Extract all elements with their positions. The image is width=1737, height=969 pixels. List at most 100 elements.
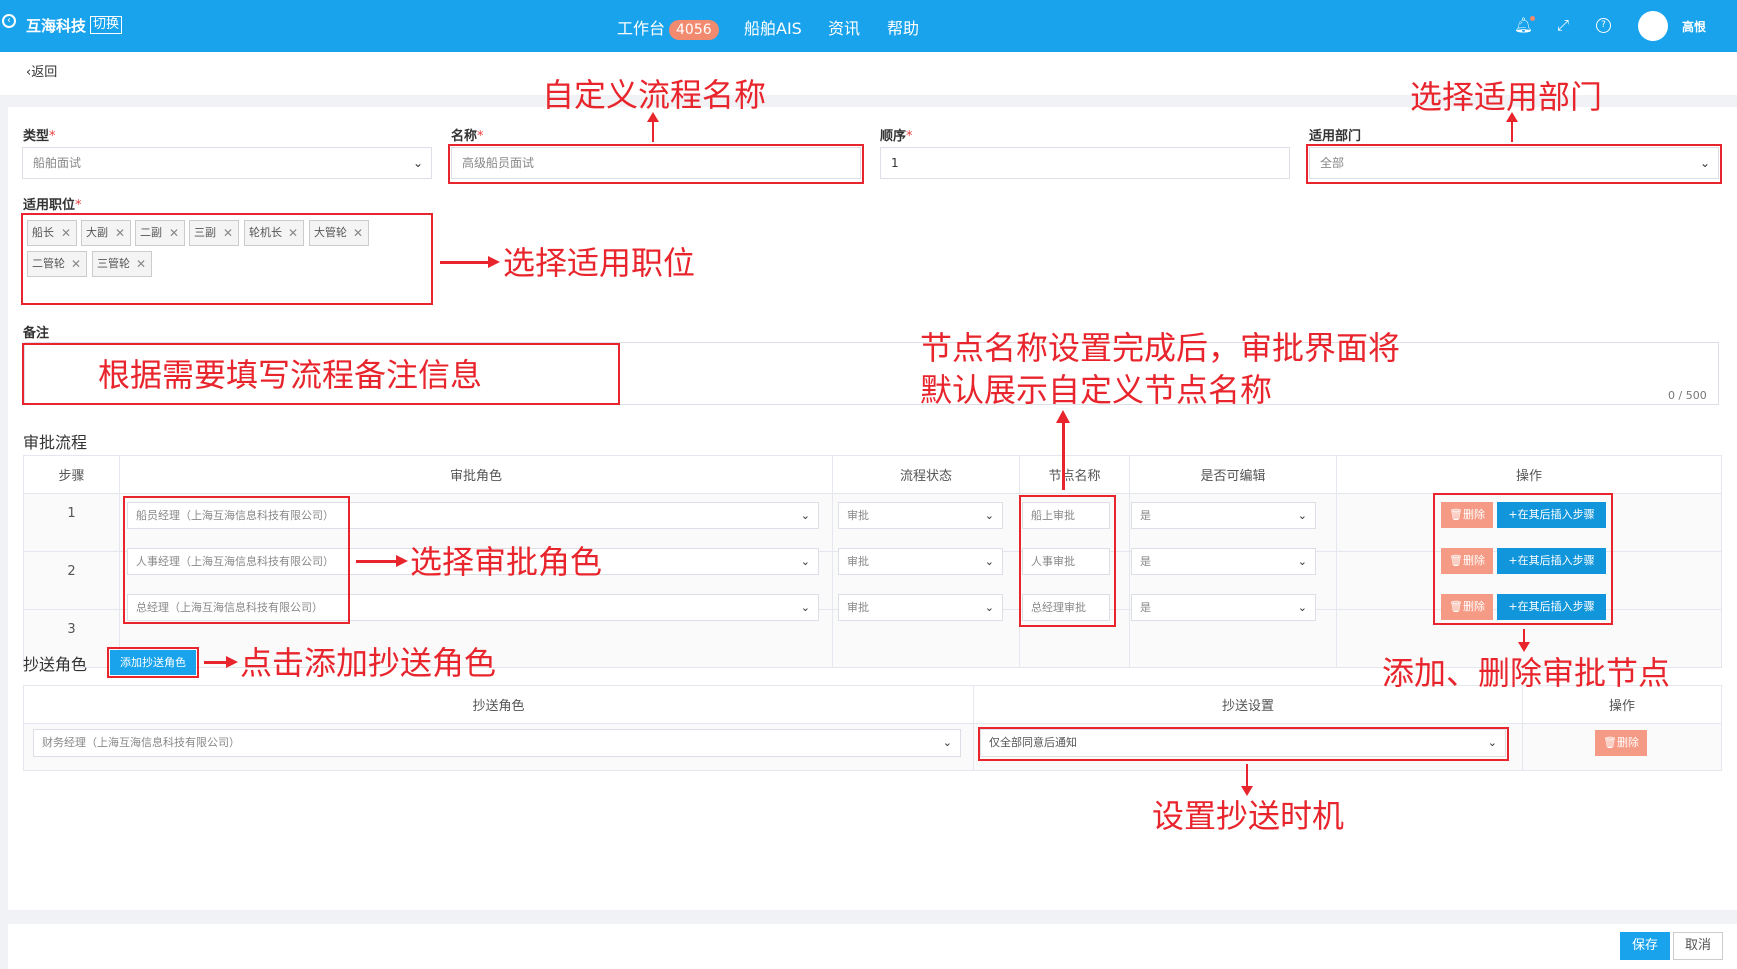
nav-workbench-label: 工作台: [617, 19, 666, 38]
chevron-down-icon: ⌄: [800, 555, 810, 568]
arrow-line: [356, 560, 398, 563]
left-gutter: [0, 95, 8, 969]
nav-news[interactable]: 资讯: [828, 15, 860, 39]
annotation-cc-timing: 设置抄送时机: [1152, 797, 1345, 835]
cancel-button[interactable]: 取消: [1673, 932, 1723, 960]
required-mark: *: [49, 129, 56, 144]
annotation-node-line2: 默认展示自定义节点名称: [920, 371, 1273, 409]
dept-label: 适用部门: [1309, 129, 1362, 144]
step-cell: 2: [23, 551, 120, 610]
dept-highlight-box: [1306, 144, 1722, 184]
name-highlight-box: [448, 144, 864, 184]
order-input[interactable]: 1: [880, 147, 1290, 179]
remark-counter: 0 / 500: [1668, 389, 1707, 402]
type-select[interactable]: 船舶面试 ⌄: [22, 147, 432, 179]
arrow-head-down: [1518, 642, 1530, 652]
cc-section-title: 抄送角色: [23, 655, 88, 674]
editable-value: 是: [1140, 601, 1151, 614]
back-circle-icon[interactable]: ‹: [2, 14, 16, 28]
actions-highlight-box: [1433, 493, 1613, 625]
annotation-role: 选择审批角色: [410, 543, 603, 581]
username[interactable]: 高恨: [1682, 18, 1706, 35]
add-cc-highlight-box: [107, 647, 199, 678]
status-select[interactable]: 审批 ⌄: [838, 548, 1003, 575]
arrow-head-up: [1056, 410, 1070, 423]
editable-value: 是: [1140, 509, 1151, 522]
arrow-line: [204, 661, 228, 664]
positions-highlight-box: [21, 213, 433, 305]
order-value: 1: [891, 156, 899, 170]
chevron-down-icon: ⌄: [984, 555, 994, 568]
order-label: 顺序*: [880, 125, 913, 144]
node-highlight-box: [1019, 495, 1116, 627]
logo-text: 互海科技: [26, 17, 87, 35]
col-cc-role: 抄送角色: [23, 685, 974, 724]
annotation-position: 选择适用职位: [503, 244, 696, 282]
switch-link[interactable]: 切换: [90, 16, 123, 34]
name-label: 名称*: [451, 125, 484, 144]
editable-select[interactable]: 是 ⌄: [1131, 548, 1316, 575]
trash-icon: 🗑︎: [1603, 736, 1617, 749]
status-value: 审批: [847, 555, 869, 568]
nav-ship-ais[interactable]: 船舶AIS: [744, 15, 802, 39]
chevron-down-icon: ⌄: [1297, 509, 1307, 522]
chevron-down-icon: ⌄: [984, 509, 994, 522]
divider-bottom: [8, 910, 1737, 924]
arrow-line: [1246, 764, 1248, 786]
arrow-line: [1523, 629, 1525, 643]
required-mark: *: [477, 129, 484, 144]
chevron-down-icon: ⌄: [800, 509, 810, 522]
approval-section-title: 审批流程: [23, 433, 88, 452]
chevron-down-icon: ⌄: [984, 601, 994, 614]
role-highlight-box: [123, 496, 350, 624]
annotation-remark: 根据需要填写流程备注信息: [98, 356, 483, 394]
save-button[interactable]: 保存: [1620, 932, 1670, 960]
positions-label-text: 适用职位: [23, 198, 76, 213]
arrow-head-down: [1241, 786, 1253, 796]
editable-select[interactable]: 是 ⌄: [1131, 502, 1316, 529]
editable-select[interactable]: 是 ⌄: [1131, 594, 1316, 621]
status-value: 审批: [847, 509, 869, 522]
back-label: 返回: [31, 65, 58, 80]
nav-workbench[interactable]: 工作台 4056: [617, 15, 719, 40]
nav-help[interactable]: 帮助: [887, 15, 919, 39]
order-label-text: 顺序: [880, 129, 907, 144]
arrow-line: [440, 261, 490, 264]
annotation-add-cc: 点击添加抄送角色: [240, 644, 497, 682]
back-link[interactable]: ‹返回: [26, 61, 57, 80]
delete-label: 删除: [1616, 736, 1639, 749]
fullscreen-icon[interactable]: ⤢: [1557, 16, 1569, 34]
remark-label: 备注: [23, 326, 50, 341]
status-select[interactable]: 审批 ⌄: [838, 594, 1003, 621]
type-label: 类型*: [23, 125, 56, 144]
required-mark: *: [906, 129, 913, 144]
annotation-name: 自定义流程名称: [542, 76, 767, 114]
annotation-node-line1: 节点名称设置完成后，审批界面将: [920, 329, 1401, 367]
col-step: 步骤: [23, 455, 120, 494]
workbench-badge: 4056: [669, 20, 719, 40]
chevron-down-icon: ⌄: [412, 156, 423, 170]
editable-value: 是: [1140, 555, 1151, 568]
type-label-text: 类型: [23, 129, 50, 144]
top-navbar: ‹ 互海科技 切换 工作台 4056 船舶AIS 资讯 帮助 🔔︎ ⤢ ? 高恨: [0, 0, 1737, 52]
name-label-text: 名称: [451, 129, 478, 144]
annotation-add-delete: 添加、删除审批节点: [1382, 654, 1671, 692]
col-role: 审批角色: [119, 455, 833, 494]
type-value: 船舶面试: [33, 156, 82, 170]
status-select[interactable]: 审批 ⌄: [838, 502, 1003, 529]
annotation-dept: 选择适用部门: [1410, 78, 1603, 116]
cc-role-select[interactable]: 财务经理（上海互海信息科技有限公司） ⌄: [33, 729, 961, 757]
arrow-head-right: [396, 555, 408, 567]
col-actions: 操作: [1336, 455, 1722, 494]
help-icon[interactable]: ?: [1596, 18, 1611, 33]
chevron-down-icon: ⌄: [800, 601, 810, 614]
chevron-down-icon: ⌄: [1297, 555, 1307, 568]
avatar[interactable]: [1638, 11, 1668, 41]
col-editable: 是否可编辑: [1129, 455, 1337, 494]
col-status: 流程状态: [832, 455, 1020, 494]
arrow-head-right: [488, 256, 500, 268]
arrow-head-right: [226, 656, 238, 668]
delete-cc-button[interactable]: 🗑︎删除: [1595, 730, 1647, 756]
status-value: 审批: [847, 601, 869, 614]
arrow-line: [1062, 422, 1065, 490]
